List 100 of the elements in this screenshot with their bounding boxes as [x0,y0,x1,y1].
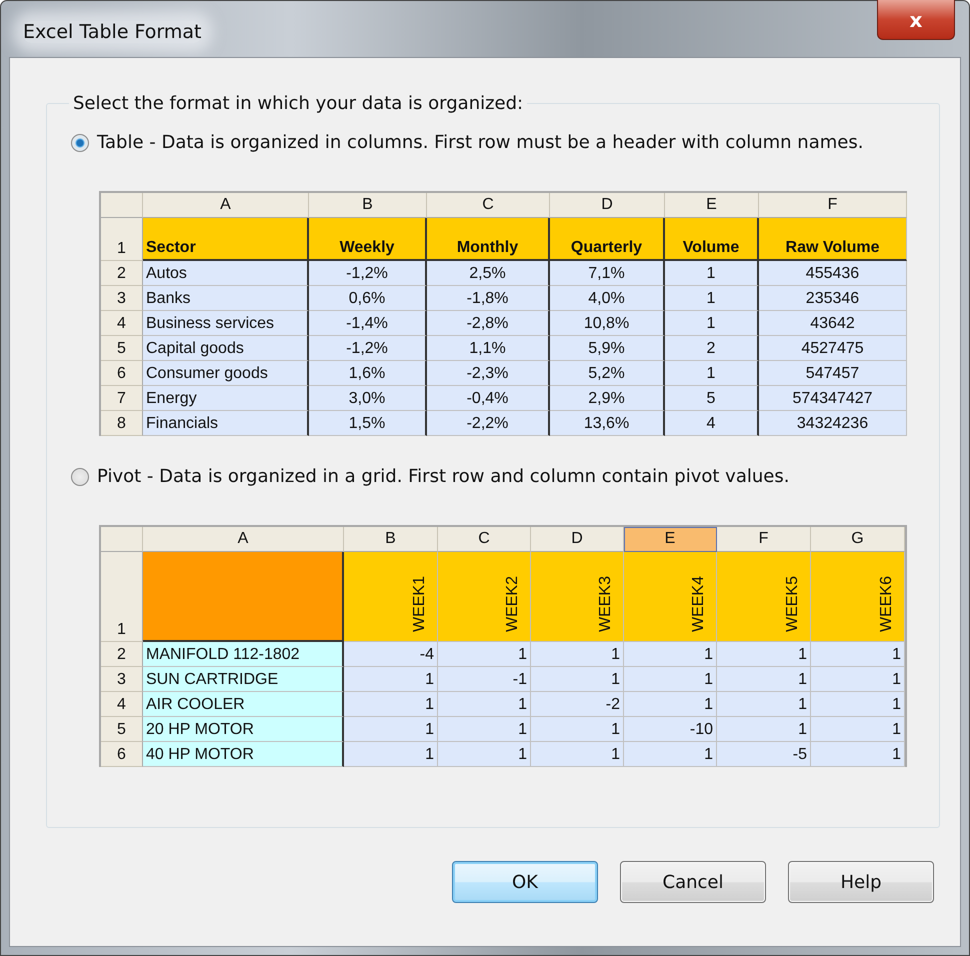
table-cell: -1,2% [309,261,427,286]
column-header[interactable]: B [344,527,438,552]
column-header[interactable]: C [438,527,531,552]
table-cell: 1 [811,667,905,692]
table-cell: WEEK5 [784,576,802,632]
table-cell: 574347427 [759,386,907,411]
table-cell: WEEK4 [690,576,708,632]
row-number: 5 [101,717,143,742]
row-number: 8 [101,411,143,436]
table-cell: -2 [531,692,624,717]
radio-button[interactable] [71,134,89,152]
table-cell: WEEK6 [878,576,896,632]
table-cell: MANIFOLD 112-1802 [143,642,344,667]
row-number: 3 [101,286,143,311]
dialog-button[interactable]: OK [452,861,598,903]
row-number: 7 [101,386,143,411]
table-cell: 2,9% [550,386,665,411]
column-header[interactable]: C [427,193,550,218]
column-header[interactable]: D [531,527,624,552]
table-cell: -1 [438,667,531,692]
table-cell: 547457 [759,361,907,386]
table-cell: -2,3% [427,361,550,386]
table-cell: 5,9% [550,336,665,361]
table-cell: Sector [143,218,309,261]
row-number: 2 [101,642,143,667]
column-header[interactable]: E [624,527,717,552]
row-number: 1 [101,552,143,642]
table-cell: 1 [665,361,759,386]
table-cell: 1,1% [427,336,550,361]
row-number: 4 [101,692,143,717]
table-cell: 1 [624,642,717,667]
table-cell: 7,1% [550,261,665,286]
row-number: 1 [101,218,143,261]
table-cell: Quarterly [550,218,665,261]
column-header[interactable]: A [143,193,309,218]
table-cell: Weekly [309,218,427,261]
row-number: 3 [101,667,143,692]
table-cell: 1 [811,692,905,717]
dialog-button[interactable]: Help [788,861,934,903]
column-header[interactable]: B [309,193,427,218]
table-cell: Volume [665,218,759,261]
table-cell: WEEK1 [411,576,429,632]
table-cell: 1 [438,642,531,667]
table-cell: 1 [438,742,531,767]
table-cell: 5,2% [550,361,665,386]
table-cell: 1 [344,692,438,717]
table-cell: 455436 [759,261,907,286]
select-all-corner[interactable] [101,193,143,218]
table-cell: 235346 [759,286,907,311]
table-cell: Monthly [427,218,550,261]
table-cell: -1,2% [309,336,427,361]
table-cell: Consumer goods [143,361,309,386]
column-header[interactable]: F [759,193,907,218]
table-cell: 1 [344,717,438,742]
column-header[interactable]: F [717,527,811,552]
table-cell: 1 [665,311,759,336]
table-cell: Business services [143,311,309,336]
table-cell: 40 HP MOTOR [143,742,344,767]
table-cell: 13,6% [550,411,665,436]
table-cell: Banks [143,286,309,311]
row-number: 6 [101,361,143,386]
window-title: Excel Table Format [23,21,202,43]
table-cell: 1 [811,717,905,742]
table-cell: 1 [344,742,438,767]
table-cell: 4,0% [550,286,665,311]
row-number: 4 [101,311,143,336]
table-cell: Capital goods [143,336,309,361]
table-cell: 2 [665,336,759,361]
table-cell: 1,5% [309,411,427,436]
table-cell: 20 HP MOTOR [143,717,344,742]
row-number: 2 [101,261,143,286]
table-cell: 1 [665,261,759,286]
table-cell: AIR COOLER [143,692,344,717]
table-cell: 1 [717,692,811,717]
dialog-button[interactable]: Cancel [620,861,766,903]
table-cell: -2,2% [427,411,550,436]
table-cell: Raw Volume [759,218,907,261]
column-header[interactable]: G [811,527,905,552]
row-number: 5 [101,336,143,361]
table-cell: 1 [717,717,811,742]
close-button[interactable]: x [877,0,955,40]
table-cell: -4 [344,642,438,667]
column-header[interactable]: A [143,527,344,552]
table-cell: -2,8% [427,311,550,336]
column-header[interactable]: D [550,193,665,218]
radio-button[interactable] [71,468,89,486]
table-cell: 10,8% [550,311,665,336]
table-cell: Financials [143,411,309,436]
select-all-corner[interactable] [101,527,143,552]
table-cell: 1 [531,667,624,692]
column-header[interactable]: E [665,193,759,218]
table-cell: 1 [717,667,811,692]
table-cell: 1 [811,742,905,767]
table-cell: -5 [717,742,811,767]
table-cell: -0,4% [427,386,550,411]
radio-label[interactable]: Pivot - Data is organized in a grid. First row and column contain pivot values. [97,466,790,487]
table-cell: 43642 [759,311,907,336]
radio-label[interactable]: Table - Data is organized in columns. First row must be a header with column names. [97,132,864,153]
table-cell: 1 [438,692,531,717]
table-cell: 1 [717,642,811,667]
